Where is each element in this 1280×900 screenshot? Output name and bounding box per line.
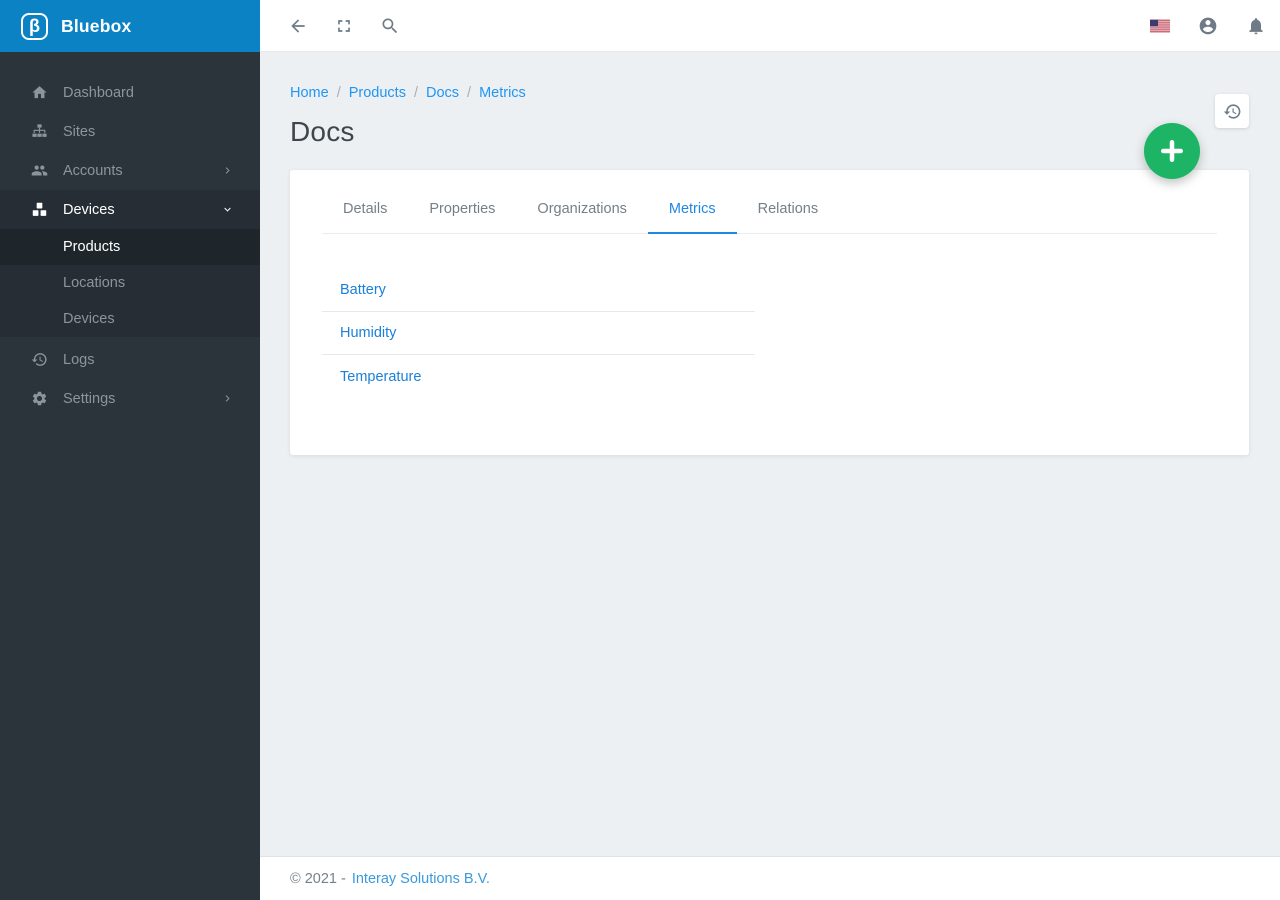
- us-flag-icon: [1150, 16, 1170, 36]
- breadcrumb: Home / Products / Docs / Metrics: [290, 85, 526, 101]
- add-metric-fab[interactable]: [1144, 123, 1200, 179]
- metric-link-battery[interactable]: Battery: [340, 282, 386, 298]
- tab-organizations[interactable]: Organizations: [516, 201, 647, 234]
- sidebar-subitem-devices[interactable]: Devices: [0, 301, 260, 337]
- sidebar-item-accounts[interactable]: Accounts: [0, 151, 260, 190]
- breadcrumb-link-home[interactable]: Home: [290, 85, 329, 101]
- list-item: Temperature: [322, 355, 755, 398]
- history-icon: [1223, 102, 1242, 121]
- sidebar: β Bluebox Dashboard Sites: [0, 0, 260, 900]
- breadcrumb-link-metrics[interactable]: Metrics: [479, 85, 526, 101]
- chevron-right-icon: [221, 164, 234, 177]
- page-title: Docs: [290, 116, 355, 148]
- back-arrow-icon: [288, 16, 308, 36]
- tab-metrics[interactable]: Metrics: [648, 201, 737, 234]
- account-button[interactable]: [1198, 16, 1218, 36]
- cubes-icon: [30, 201, 48, 219]
- metric-link-humidity[interactable]: Humidity: [340, 325, 396, 341]
- sidebar-item-logs[interactable]: Logs: [0, 340, 260, 379]
- bell-icon: [1246, 16, 1266, 36]
- breadcrumb-separator: /: [467, 85, 471, 101]
- breadcrumb-separator: /: [337, 85, 341, 101]
- user-avatar-icon: [1198, 16, 1218, 36]
- sidebar-item-label: Dashboard: [63, 85, 234, 101]
- main-content: Home / Products / Docs / Metrics Docs De…: [260, 52, 1280, 856]
- sidebar-subitem-label: Locations: [63, 275, 125, 291]
- language-button[interactable]: [1150, 16, 1170, 36]
- sidebar-item-settings[interactable]: Settings: [0, 379, 260, 418]
- home-icon: [30, 84, 48, 102]
- docs-card: Details Properties Organizations Metrics…: [290, 170, 1249, 455]
- topbar-right: [1122, 16, 1266, 36]
- sidebar-subitem-locations[interactable]: Locations: [0, 265, 260, 301]
- notifications-button[interactable]: [1246, 16, 1266, 36]
- tab-relations[interactable]: Relations: [737, 201, 839, 234]
- company-link[interactable]: Interay Solutions B.V.: [352, 871, 490, 887]
- sidebar-item-label: Logs: [63, 352, 234, 368]
- metrics-list: Battery Humidity Temperature: [322, 269, 755, 398]
- topbar: [260, 0, 1280, 52]
- sidebar-item-label: Devices: [63, 202, 221, 218]
- footer: © 2021 - Interay Solutions B.V.: [260, 856, 1280, 900]
- sidebar-subitem-products[interactable]: Products: [0, 229, 260, 265]
- list-item: Humidity: [322, 312, 755, 355]
- back-button[interactable]: [288, 16, 308, 36]
- sidebar-item-dashboard[interactable]: Dashboard: [0, 73, 260, 112]
- sitemap-icon: [30, 123, 48, 141]
- gear-icon: [30, 390, 48, 408]
- tab-properties[interactable]: Properties: [408, 201, 516, 234]
- sidebar-group-devices: Devices Products Locations Devices: [0, 190, 260, 337]
- search-button[interactable]: [380, 16, 400, 36]
- copyright-text: © 2021 -: [290, 871, 346, 887]
- history-button[interactable]: [1215, 94, 1249, 128]
- chevron-down-icon: [221, 203, 234, 216]
- history-icon: [30, 351, 48, 369]
- tab-bar: Details Properties Organizations Metrics…: [322, 170, 1217, 234]
- sidebar-nav: Dashboard Sites Accounts: [0, 52, 260, 418]
- users-icon: [30, 162, 48, 180]
- sidebar-item-sites[interactable]: Sites: [0, 112, 260, 151]
- metric-link-temperature[interactable]: Temperature: [340, 369, 421, 385]
- brand[interactable]: β Bluebox: [0, 0, 260, 52]
- breadcrumb-separator: /: [414, 85, 418, 101]
- fullscreen-icon: [334, 16, 354, 36]
- sidebar-subitem-label: Devices: [63, 311, 115, 327]
- sidebar-subitem-label: Products: [63, 239, 120, 255]
- bluebox-logo-icon: β: [21, 13, 48, 40]
- chevron-right-icon: [221, 392, 234, 405]
- fullscreen-button[interactable]: [334, 16, 354, 36]
- breadcrumb-link-products[interactable]: Products: [349, 85, 406, 101]
- sidebar-item-label: Accounts: [63, 163, 221, 179]
- list-item: Battery: [322, 269, 755, 312]
- breadcrumb-link-docs[interactable]: Docs: [426, 85, 459, 101]
- search-icon: [380, 16, 400, 36]
- sidebar-item-devices[interactable]: Devices: [0, 190, 260, 229]
- plus-icon: [1157, 136, 1187, 166]
- tab-details[interactable]: Details: [322, 201, 408, 234]
- sidebar-item-label: Settings: [63, 391, 221, 407]
- brand-name: Bluebox: [61, 16, 131, 37]
- sidebar-item-label: Sites: [63, 124, 234, 140]
